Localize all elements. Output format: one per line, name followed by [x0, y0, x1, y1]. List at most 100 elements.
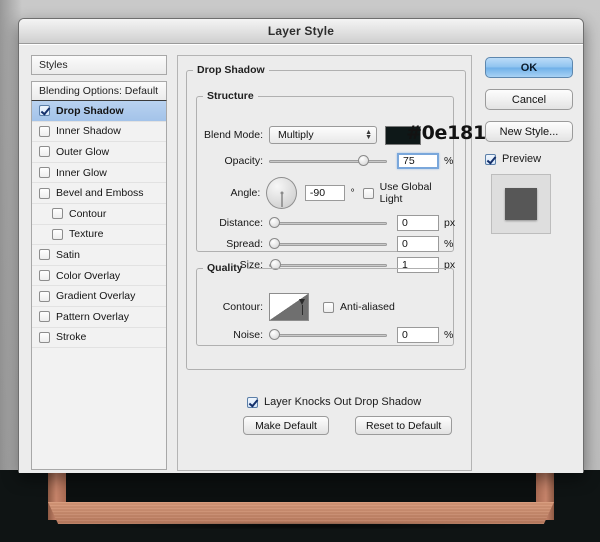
structure-group-label: Structure — [203, 90, 258, 102]
spread-slider-track — [269, 243, 387, 246]
layer-style-dialog: Layer Style Styles Blending Options: Def… — [18, 18, 584, 473]
preview-control[interactable]: Preview — [485, 153, 573, 165]
spread-label: Spread: — [203, 238, 263, 250]
style-row[interactable]: Inner Shadow — [32, 122, 166, 143]
cancel-button[interactable]: Cancel — [485, 89, 573, 110]
style-row-checkbox[interactable] — [39, 126, 50, 137]
distance-value: 0 — [402, 217, 408, 229]
layer-knockout-checkbox[interactable] — [247, 397, 258, 408]
opacity-slider-knob[interactable] — [358, 155, 369, 166]
shelf-floor — [48, 502, 554, 524]
style-row[interactable]: Gradient Overlay — [32, 286, 166, 307]
distance-slider-knob[interactable] — [269, 217, 280, 228]
shelf-drop-shadow — [58, 522, 544, 530]
style-row-checkbox[interactable] — [39, 188, 50, 199]
noise-value: 0 — [402, 329, 408, 341]
cancel-button-label: Cancel — [512, 94, 546, 106]
distance-label: Distance: — [203, 217, 263, 229]
opacity-value: 75 — [403, 155, 415, 167]
make-default-button[interactable]: Make Default — [243, 416, 329, 435]
preview-checkbox[interactable] — [485, 154, 496, 165]
styles-effect-list[interactable]: Drop ShadowInner Shadow Outer Glow Inner G… — [31, 101, 167, 470]
style-row-checkbox[interactable] — [52, 229, 63, 240]
opacity-slider[interactable] — [269, 154, 387, 168]
distance-unit: px — [444, 217, 455, 229]
style-row-label: Bevel and Emboss — [56, 187, 144, 199]
style-row[interactable]: Stroke — [32, 328, 166, 349]
angle-dial-needle — [281, 193, 282, 207]
distance-input[interactable]: 0 — [397, 215, 439, 231]
styles-header[interactable]: Styles — [31, 55, 167, 75]
distance-row: Distance: 0 px — [203, 214, 455, 232]
angle-dial[interactable] — [266, 177, 297, 209]
style-row[interactable]: Outer Glow — [32, 142, 166, 163]
style-row[interactable]: Texture — [32, 225, 166, 246]
noise-input[interactable]: 0 — [397, 327, 439, 343]
dialog-title: Layer Style — [268, 24, 334, 38]
use-global-light-control[interactable]: Use Global Light — [363, 181, 453, 205]
spread-slider-knob[interactable] — [269, 238, 280, 249]
spread-input[interactable]: 0 — [397, 236, 439, 252]
style-row[interactable]: Bevel and Emboss — [32, 183, 166, 204]
style-row[interactable]: Contour — [32, 204, 166, 225]
blend-mode-select[interactable]: Multiply ▲▼ — [269, 126, 377, 144]
noise-row: Noise: 0 % — [203, 326, 453, 344]
style-row-checkbox[interactable] — [52, 208, 63, 219]
style-row-checkbox[interactable] — [39, 332, 50, 343]
style-row-label: Outer Glow — [56, 146, 109, 158]
contour-row: Contour: Anti-aliased — [203, 292, 395, 322]
style-row[interactable]: Inner Glow — [32, 163, 166, 184]
style-row-checkbox[interactable] — [39, 249, 50, 260]
layer-knockout-control[interactable]: Layer Knocks Out Drop Shadow — [247, 396, 421, 408]
new-style-button-label: New Style... — [500, 126, 559, 138]
preview-thumbnail-shape — [505, 188, 537, 220]
spread-slider[interactable] — [269, 237, 387, 251]
style-row[interactable]: Pattern Overlay — [32, 307, 166, 328]
angle-input[interactable]: -90 — [305, 185, 346, 201]
blend-mode-row: Blend Mode: Multiply ▲▼ — [203, 126, 421, 144]
distance-slider[interactable] — [269, 216, 387, 230]
style-row[interactable]: Color Overlay — [32, 266, 166, 287]
quality-group-label: Quality — [203, 262, 247, 274]
anti-aliased-control[interactable]: Anti-aliased — [323, 301, 395, 313]
style-row-label: Inner Glow — [56, 167, 107, 179]
noise-slider[interactable] — [269, 328, 387, 342]
spread-unit: % — [444, 238, 453, 250]
angle-dial-hub — [280, 192, 283, 195]
style-row-checkbox[interactable] — [39, 270, 50, 281]
opacity-input[interactable]: 75 — [397, 153, 439, 169]
reset-to-default-button[interactable]: Reset to Default — [355, 416, 452, 435]
style-row-label: Color Overlay — [56, 270, 120, 282]
anti-aliased-checkbox[interactable] — [323, 302, 334, 313]
use-global-light-checkbox[interactable] — [363, 188, 374, 199]
style-row-label: Gradient Overlay — [56, 290, 135, 302]
style-row-checkbox[interactable] — [39, 167, 50, 178]
opacity-row: Opacity: 75 % — [203, 152, 453, 170]
drop-shadow-group: Drop Shadow Structure Blend Mode: Multip… — [186, 64, 466, 370]
style-row-checkbox[interactable] — [39, 105, 50, 116]
distance-slider-track — [269, 222, 387, 225]
drop-shadow-settings-panel: Drop Shadow Structure Blend Mode: Multip… — [177, 55, 472, 471]
noise-slider-knob[interactable] — [269, 329, 280, 340]
contour-label: Contour: — [203, 301, 263, 313]
defaults-button-row: Make Default Reset to Default — [243, 416, 452, 435]
blending-options-row[interactable]: Blending Options: Default — [31, 81, 167, 101]
contour-preview[interactable] — [269, 293, 309, 321]
updown-arrows-icon: ▲▼ — [365, 130, 372, 140]
spread-value: 0 — [402, 238, 408, 250]
style-row[interactable]: Drop Shadow — [32, 101, 166, 122]
blend-mode-value: Multiply — [278, 129, 314, 141]
style-row-checkbox[interactable] — [39, 291, 50, 302]
style-row-checkbox[interactable] — [39, 311, 50, 322]
dialog-titlebar[interactable]: Layer Style — [19, 19, 583, 44]
shelf-wood-grain — [48, 502, 554, 524]
style-row[interactable]: Satin — [32, 245, 166, 266]
reset-to-default-label: Reset to Default — [366, 420, 441, 432]
opacity-unit: % — [444, 155, 453, 167]
new-style-button[interactable]: New Style... — [485, 121, 573, 142]
contour-marker-icon — [302, 305, 303, 315]
style-row-label: Contour — [69, 208, 106, 220]
preview-thumbnail — [491, 174, 551, 234]
style-row-checkbox[interactable] — [39, 146, 50, 157]
ok-button[interactable]: OK — [485, 57, 573, 78]
